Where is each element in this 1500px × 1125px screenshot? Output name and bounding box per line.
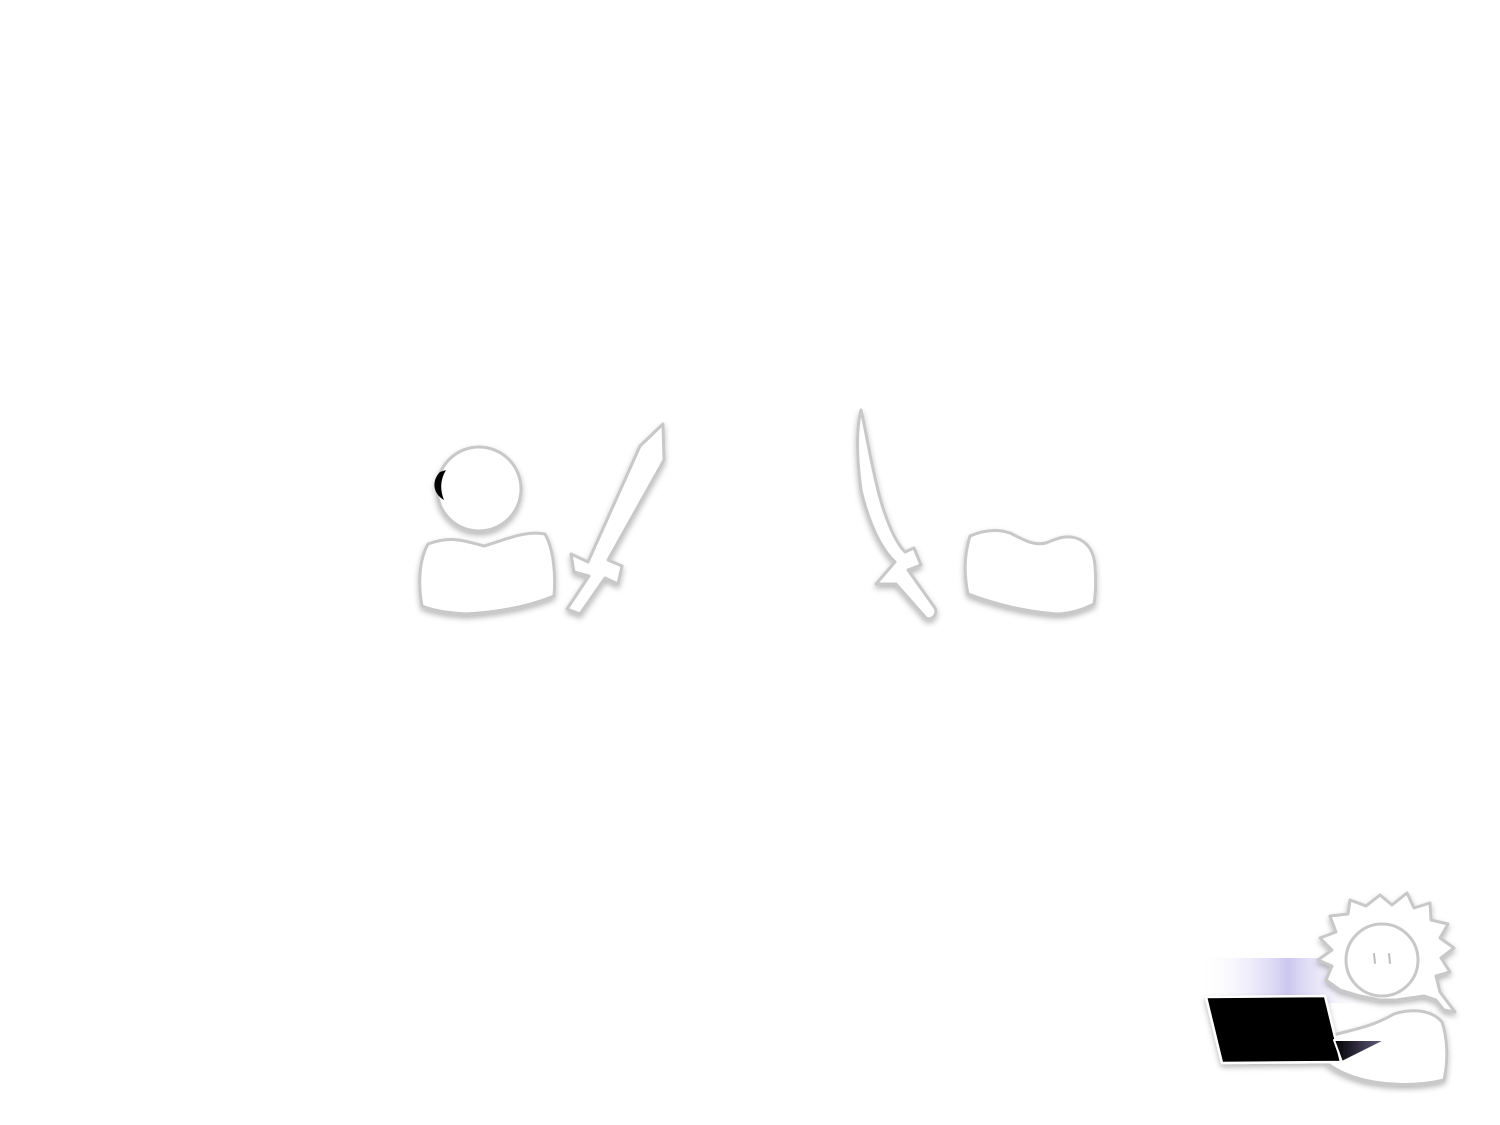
scimitar-icon [856, 408, 938, 621]
right-figure [856, 408, 1098, 621]
narrator-figure [1198, 891, 1457, 1086]
sword-icon [565, 422, 666, 616]
left-figure-body-icon [418, 531, 557, 616]
left-figure-head-icon [434, 445, 523, 533]
narrator-face-icon [1344, 922, 1420, 998]
scene-canvas [418, 408, 1457, 1086]
right-figure-body-icon [963, 529, 1098, 616]
left-figure [418, 422, 666, 616]
